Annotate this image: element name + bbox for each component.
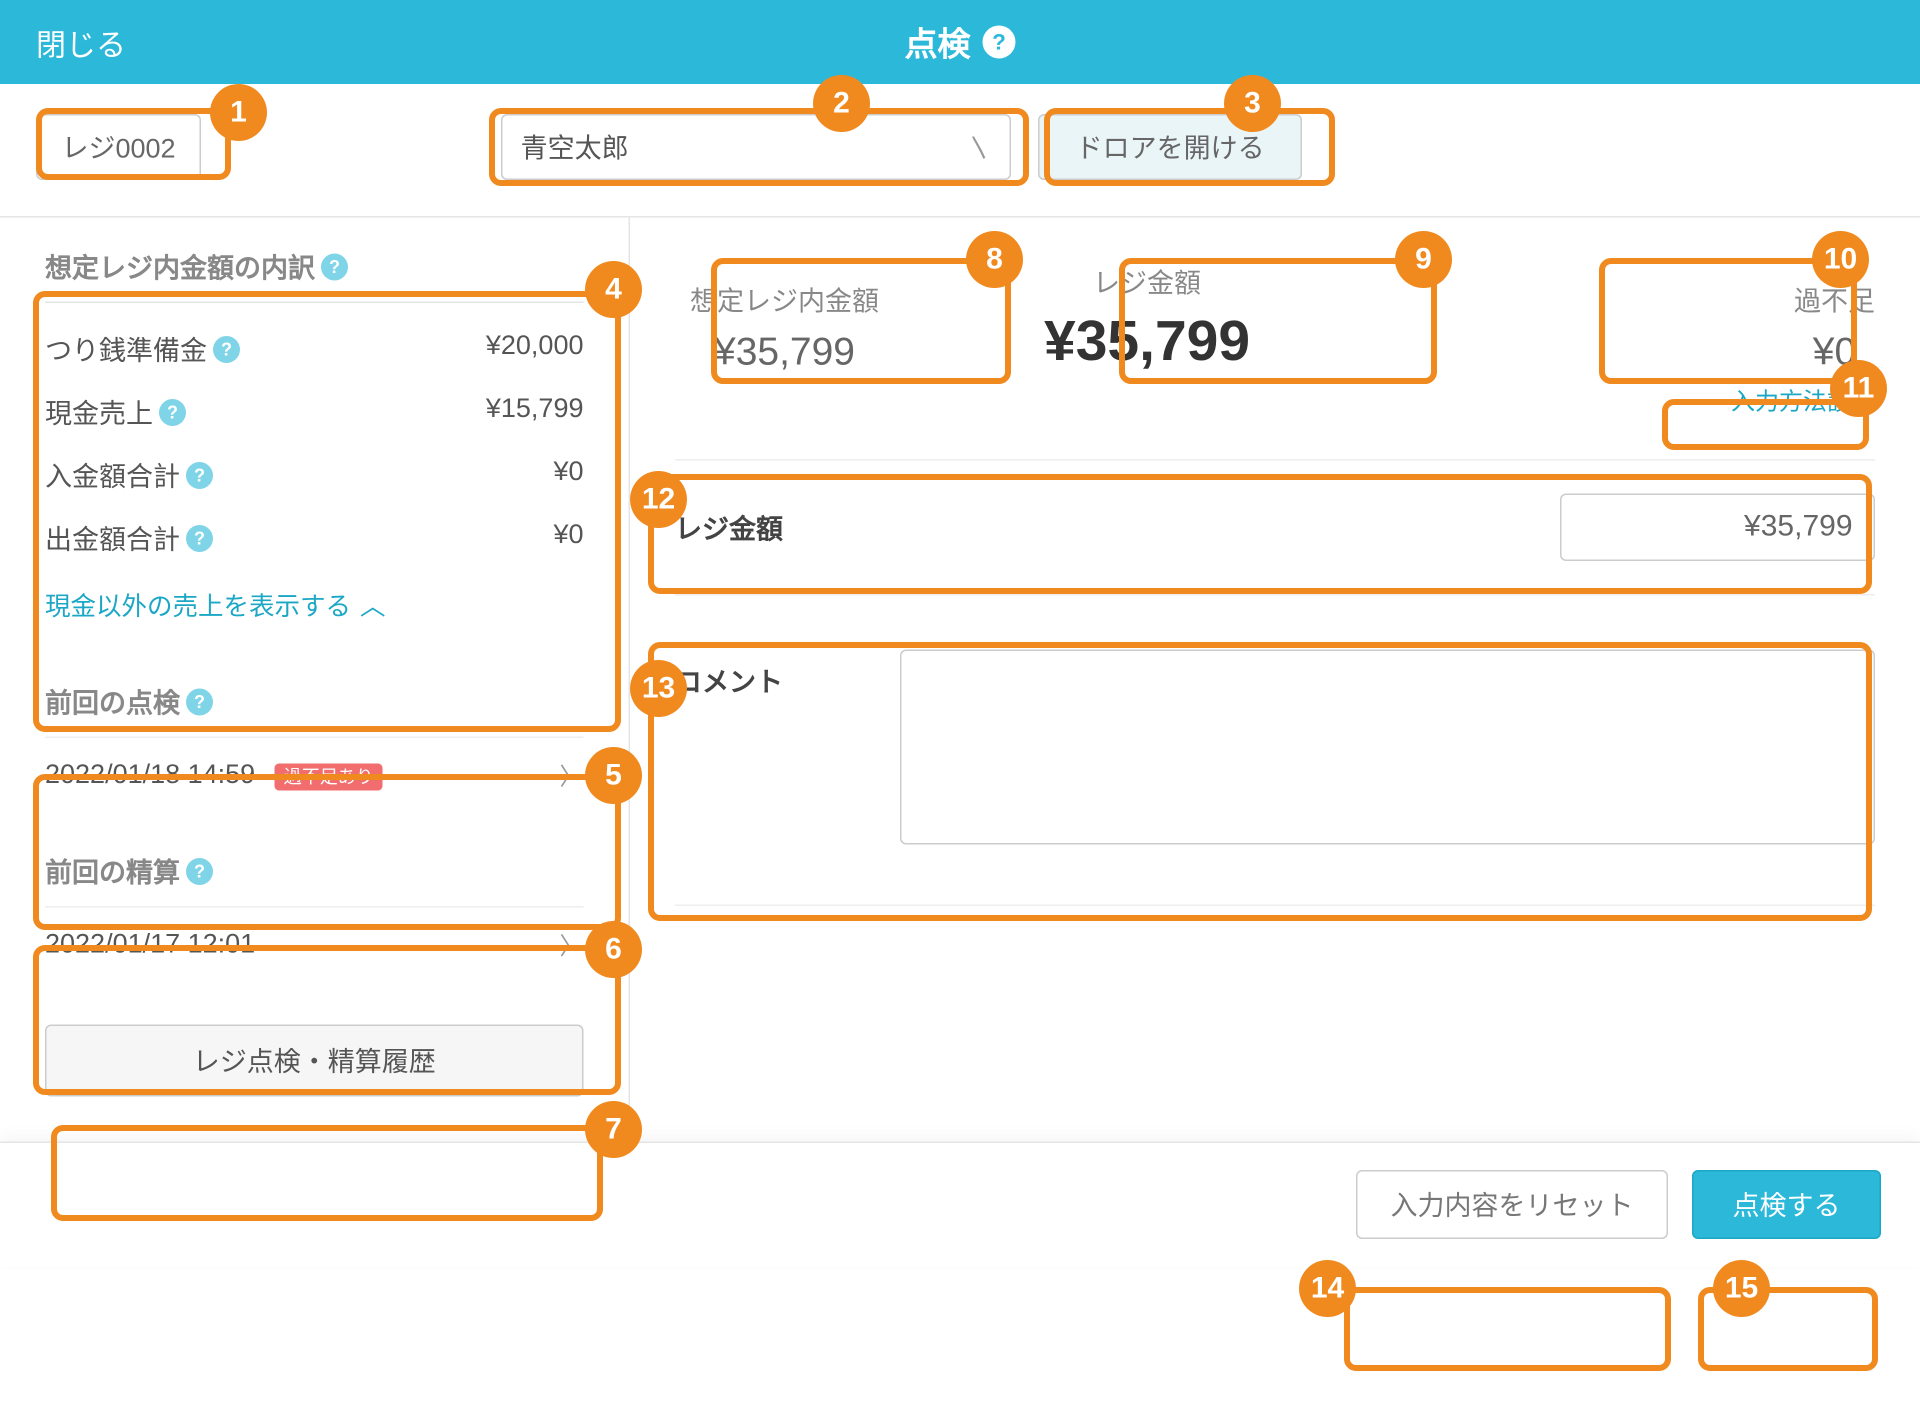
diff-amount-value: ¥0 — [1794, 329, 1875, 376]
chevron-up-icon: ︿ — [360, 585, 386, 623]
open-drawer-button[interactable]: ドロアを開ける — [1038, 114, 1302, 180]
staff-select-value: 青空太郎 — [521, 128, 629, 167]
actual-field-label: レジ金額 — [675, 508, 900, 547]
last-check-row[interactable]: 2022/01/18 14:59 過不足あり 〉 — [45, 737, 584, 811]
chevron-right-icon: 〉 — [559, 756, 583, 792]
breakdown-row-label: 出金額合計? — [45, 519, 213, 558]
breakdown-row-value: ¥15,799 — [486, 393, 584, 432]
breakdown-row-label: つり銭準備金? — [45, 330, 240, 369]
submit-button[interactable]: 点検する — [1692, 1170, 1881, 1239]
comment-label: コメント — [675, 650, 900, 845]
help-icon[interactable]: ? — [186, 462, 213, 489]
help-icon[interactable]: ? — [983, 26, 1016, 59]
last-settle-title: 前回の精算 ? — [45, 852, 584, 891]
annotation-number: 15 — [1713, 1260, 1770, 1317]
help-icon[interactable]: ? — [321, 254, 348, 281]
page-title-text: 点検 — [904, 18, 970, 66]
staff-select[interactable]: 青空太郎 〵 — [501, 114, 1011, 180]
expected-amount-value: ¥35,799 — [690, 329, 879, 376]
actual-amount-input[interactable] — [1560, 494, 1875, 562]
diff-amount-label: 過不足 — [1794, 281, 1875, 320]
breakdown-row-value: ¥20,000 — [486, 330, 584, 369]
discrepancy-badge: 過不足あり — [275, 763, 383, 790]
help-icon[interactable]: ? — [186, 689, 213, 716]
annotation-number: 14 — [1299, 1260, 1356, 1317]
breakdown-row-value: ¥0 — [553, 519, 583, 558]
last-settle-datetime: 2022/01/17 12:01 — [45, 928, 255, 960]
breakdown-title: 想定レジ内金額の内訳 ? — [45, 248, 584, 287]
reset-button[interactable]: 入力内容をリセット — [1356, 1170, 1668, 1239]
comment-textarea[interactable] — [900, 650, 1875, 845]
breakdown-row-value: ¥0 — [553, 456, 583, 495]
last-check-datetime: 2022/01/18 14:59 — [45, 758, 255, 788]
last-check-title: 前回の点検 ? — [45, 683, 584, 722]
register-badge: レジ0002 — [36, 114, 201, 180]
actual-amount-label: レジ金額 — [1044, 263, 1250, 302]
input-method-link[interactable]: 入力方法設定 — [1731, 390, 1875, 416]
expected-amount-label: 想定レジ内金額 — [690, 281, 879, 320]
breakdown-row-label: 入金額合計? — [45, 456, 213, 495]
help-icon[interactable]: ? — [213, 336, 240, 363]
close-button[interactable]: 閉じる — [36, 20, 126, 64]
last-settle-row[interactable]: 2022/01/17 12:01 〉 — [45, 906, 584, 980]
chevron-down-icon: 〵 — [968, 129, 992, 165]
history-button[interactable]: レジ点検・精算履歴 — [45, 1025, 584, 1097]
help-icon[interactable]: ? — [186, 858, 213, 885]
breakdown-row-label: 現金売上? — [45, 393, 186, 432]
page-title: 点検 ? — [126, 18, 1794, 66]
chevron-right-icon: 〉 — [559, 926, 583, 962]
help-icon[interactable]: ? — [159, 399, 186, 426]
show-other-sales-link[interactable]: 現金以外の売上を表示する ︿ — [45, 585, 584, 623]
help-icon[interactable]: ? — [186, 525, 213, 552]
actual-amount-value: ¥35,799 — [1044, 311, 1250, 376]
